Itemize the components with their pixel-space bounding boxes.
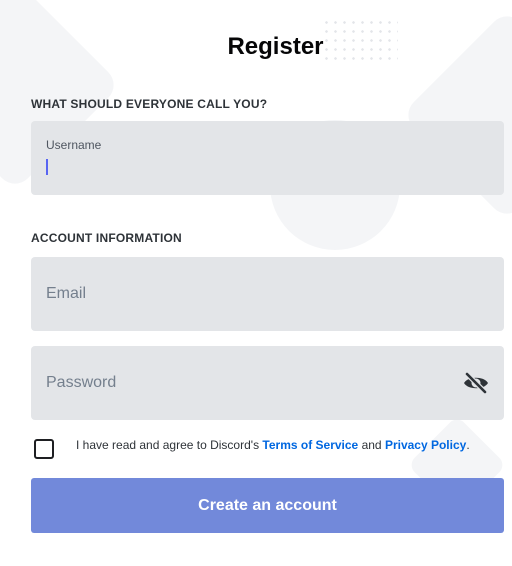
register-form: Register WHAT SHOULD EVERYONE CALL YOU? … bbox=[0, 0, 512, 533]
terms-checkbox[interactable] bbox=[34, 439, 54, 459]
text-caret bbox=[46, 159, 48, 175]
create-account-button[interactable]: Create an account bbox=[31, 478, 504, 533]
username-caption: Username bbox=[46, 138, 102, 152]
username-input[interactable]: Username bbox=[31, 121, 504, 195]
page-title: Register bbox=[227, 33, 324, 60]
password-input[interactable]: Password bbox=[31, 346, 504, 420]
username-section-label: WHAT SHOULD EVERYONE CALL YOU? bbox=[31, 97, 268, 111]
eye-slash-icon[interactable] bbox=[462, 372, 490, 394]
terms-text-suffix: . bbox=[466, 438, 470, 452]
terms-text-prefix: I have read and agree to Discord's bbox=[76, 438, 263, 452]
terms-of-service-link[interactable]: Terms of Service bbox=[262, 438, 358, 452]
email-input[interactable]: Email bbox=[31, 257, 504, 331]
terms-text: I have read and agree to Discord's Terms… bbox=[76, 437, 496, 459]
password-placeholder: Password bbox=[46, 374, 117, 391]
terms-text-middle: and bbox=[358, 438, 385, 452]
privacy-policy-link[interactable]: Privacy Policy bbox=[385, 438, 466, 452]
email-placeholder: Email bbox=[46, 285, 87, 302]
account-section-label: ACCOUNT INFORMATION bbox=[31, 231, 182, 245]
terms-agreement: I have read and agree to Discord's Terms… bbox=[31, 437, 504, 459]
